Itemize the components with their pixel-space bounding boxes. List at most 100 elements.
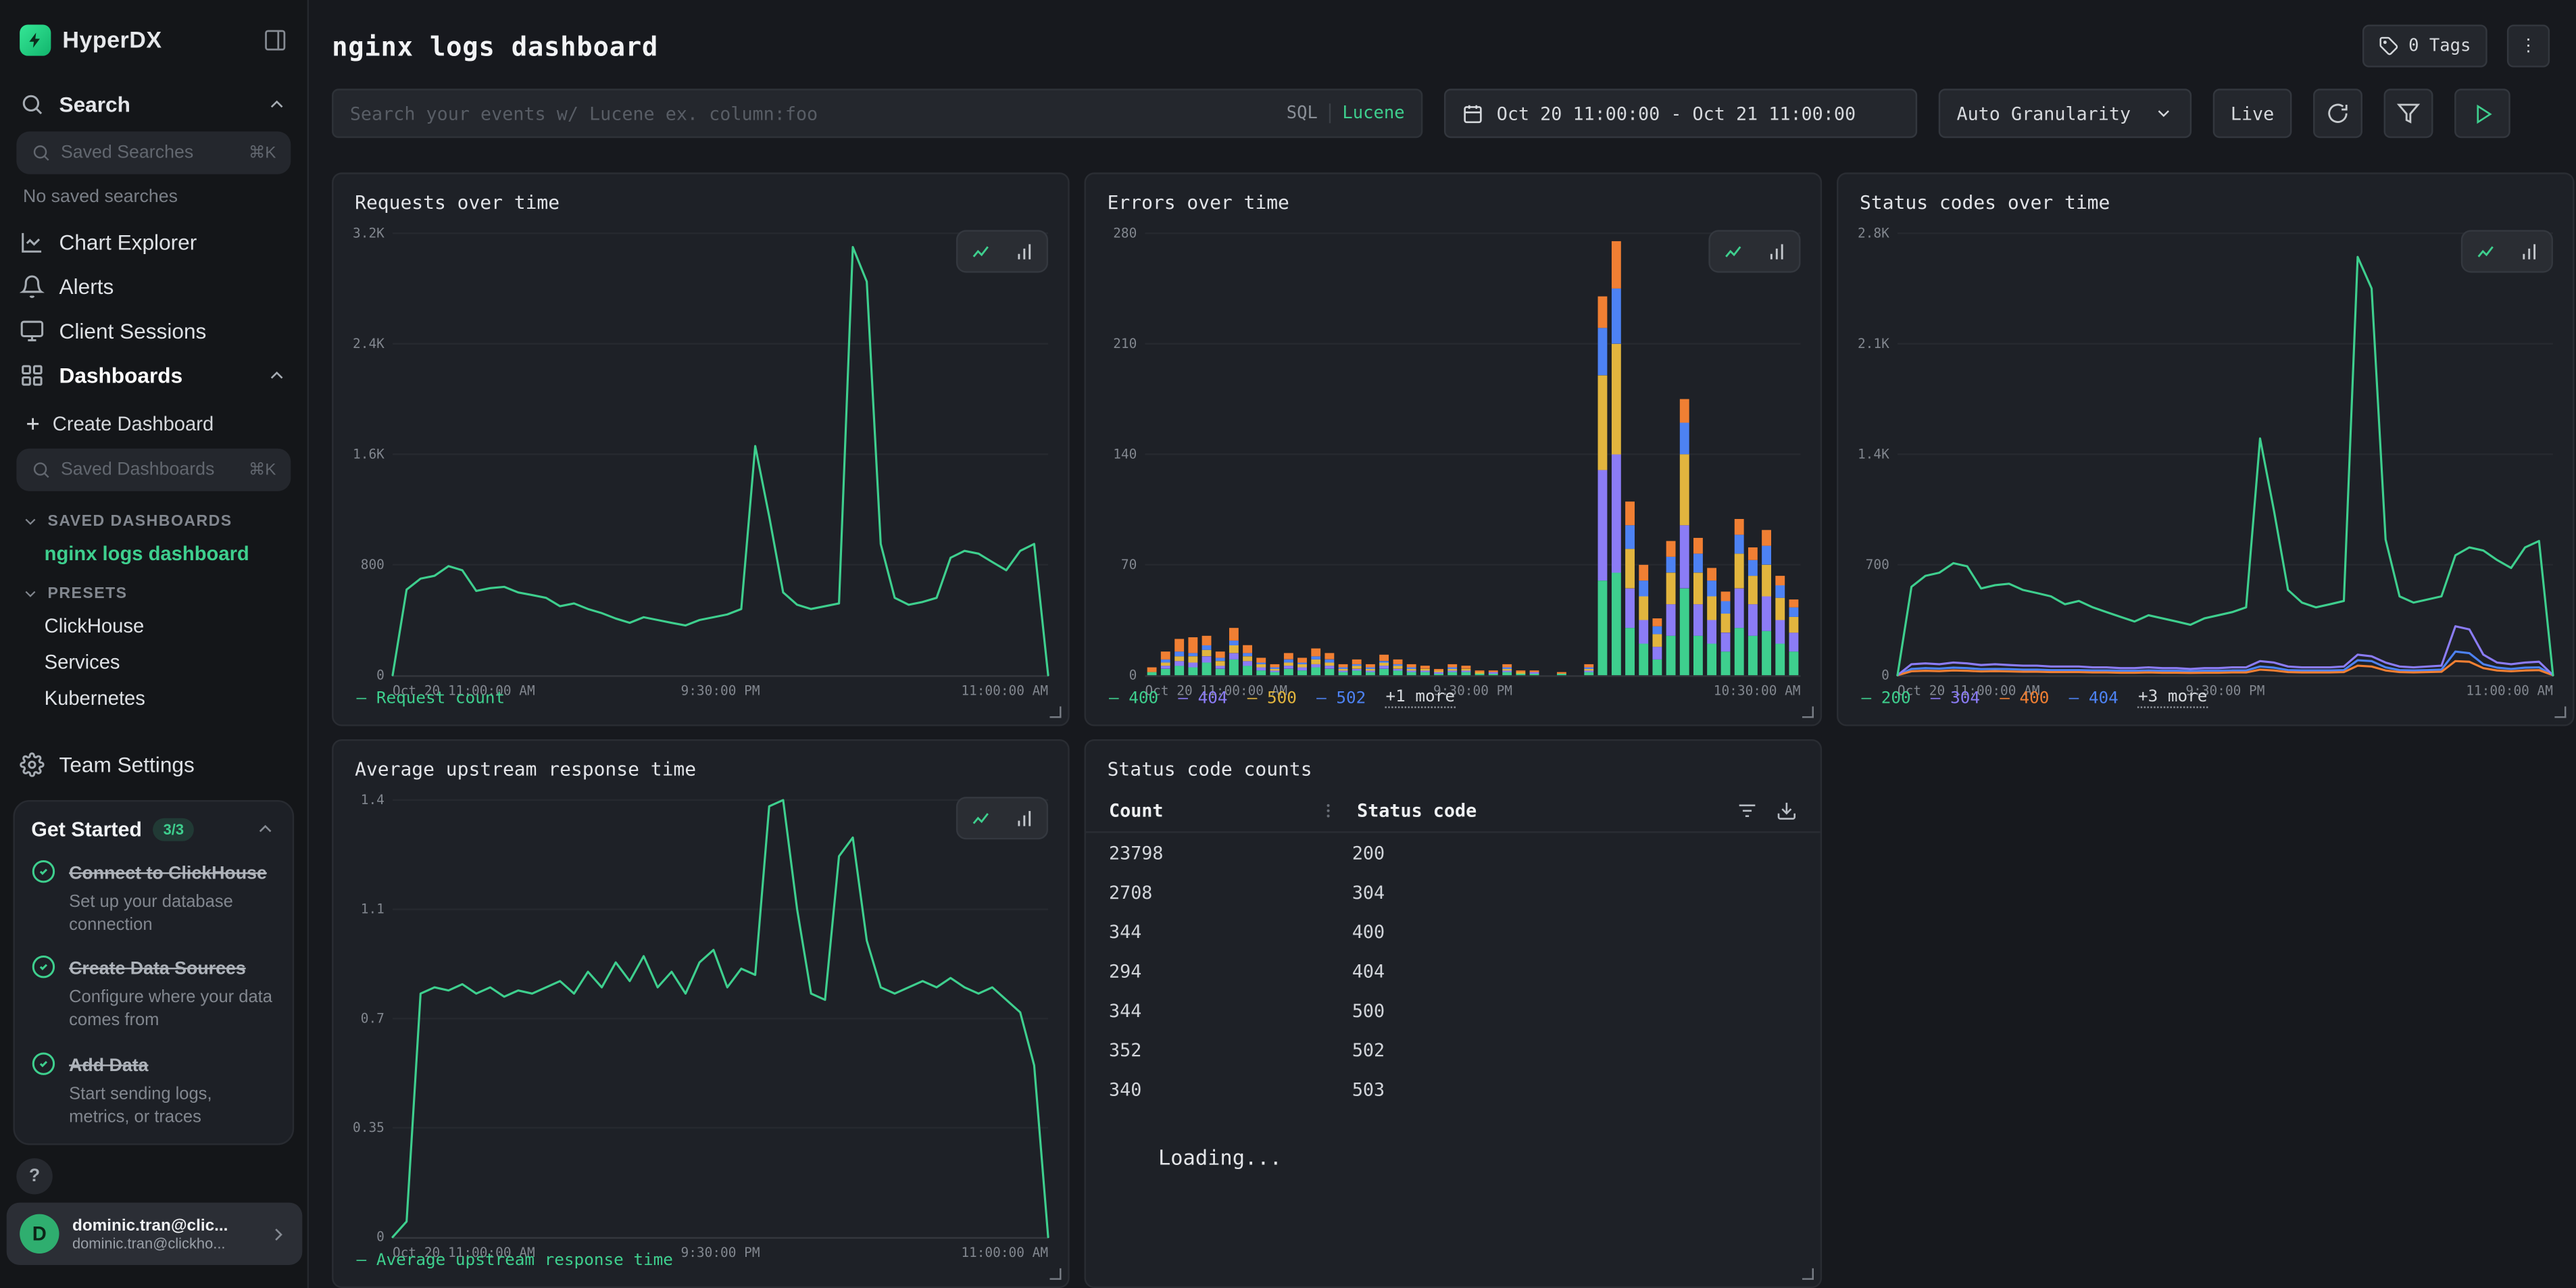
svg-text:2.8K: 2.8K (1858, 225, 1889, 241)
line-chart-toggle-button[interactable] (961, 801, 1000, 835)
saved-dashboards-field[interactable] (61, 460, 239, 480)
bar-chart-icon (1013, 241, 1035, 262)
user-menu[interactable]: D dominic.tran@clic... dominic.tran@clic… (7, 1203, 303, 1265)
status-code-cell: 304 (1352, 881, 1385, 903)
errors-over-time-chart[interactable]: 070140210280Oct 20 11:00:00 AM9:30:00 PM… (1093, 217, 1814, 682)
table-row[interactable]: 352502 (1086, 1030, 1820, 1069)
page-title: nginx logs dashboard (332, 30, 658, 61)
legend-more-link[interactable]: +3 more (2138, 689, 2207, 708)
chart-type-toggle (2461, 230, 2553, 272)
chevron-down-icon (22, 585, 40, 603)
table-row[interactable]: 2708304 (1086, 872, 1820, 912)
magnifier-icon (31, 460, 51, 480)
date-range-picker[interactable]: Oct 20 11:00:00 - Oct 21 11:00:00 (1444, 89, 1917, 138)
event-search-box[interactable]: SQL Lucene (332, 89, 1422, 138)
get-started-step[interactable]: Connect to ClickHouse Set up your databa… (31, 858, 276, 937)
sidebar-section-search[interactable]: Search (0, 79, 307, 127)
chart-title: Requests over time (355, 191, 560, 214)
no-saved-searches-text: No saved searches (0, 182, 307, 220)
legend-item[interactable]: — 500 (1247, 689, 1297, 708)
resize-handle[interactable] (1049, 1268, 1061, 1280)
saved-searches-field[interactable] (61, 143, 239, 163)
tags-button[interactable]: 0 Tags (2362, 24, 2487, 67)
bar-chart-toggle-button[interactable] (1004, 235, 1043, 268)
resize-handle[interactable] (1802, 706, 1814, 718)
resize-handle[interactable] (2554, 706, 2566, 718)
create-dashboard-button[interactable]: Create Dashboard (0, 397, 307, 443)
legend-item[interactable]: — 304 (1931, 689, 1980, 708)
sql-mode-button[interactable]: SQL (1287, 103, 1318, 123)
line-chart-toggle-button[interactable] (961, 235, 1000, 268)
legend-item[interactable]: — 404 (2069, 689, 2119, 708)
event-search-input[interactable] (350, 103, 1274, 124)
table-row[interactable]: 340503 (1086, 1070, 1820, 1109)
get-started-step[interactable]: Create Data Sources Configure where your… (31, 953, 276, 1033)
sidebar-item-team-settings[interactable]: Team Settings (0, 743, 307, 787)
column-header-count[interactable]: Count (1109, 800, 1319, 822)
chevron-up-icon[interactable] (255, 819, 276, 841)
hyperdx-logo-icon (20, 24, 51, 55)
help-button[interactable]: ? (16, 1158, 52, 1194)
sidebar-item-alerts[interactable]: Alerts (0, 264, 307, 309)
saved-dashboards-section-header[interactable]: SAVED DASHBOARDS (0, 499, 307, 535)
saved-searches-input[interactable]: ⌘K (16, 131, 291, 174)
sidebar-item-services[interactable]: Services (0, 644, 307, 680)
get-started-step[interactable]: Add Data Start sending logs, metrics, or… (31, 1049, 276, 1129)
sidebar-item-client-sessions[interactable]: Client Sessions (0, 309, 307, 353)
lucene-mode-button[interactable]: Lucene (1342, 103, 1404, 123)
line-chart-toggle-button[interactable] (2466, 235, 2505, 268)
legend-item[interactable]: — Request count (357, 690, 505, 708)
svg-text:800: 800 (361, 557, 385, 572)
sidebar-item-clickhouse[interactable]: ClickHouse (0, 608, 307, 644)
presets-section-header[interactable]: PRESETS (0, 572, 307, 608)
legend-more-link[interactable]: +1 more (1385, 689, 1454, 708)
bar-chart-icon (2518, 241, 2540, 262)
filter-columns-button[interactable] (1737, 800, 1758, 822)
filter-button[interactable] (2384, 89, 2433, 138)
download-icon (1776, 800, 1798, 822)
sidebar-item-chart-explorer[interactable]: Chart Explorer (0, 220, 307, 265)
collapse-sidebar-button[interactable] (263, 27, 287, 51)
line-chart-toggle-button[interactable] (1714, 235, 1753, 268)
bar-chart-toggle-button[interactable] (2508, 235, 2548, 268)
live-button[interactable]: Live (2213, 89, 2292, 138)
count-cell: 340 (1109, 1079, 1352, 1100)
legend-item[interactable]: — 400 (2000, 689, 2049, 708)
monitor-icon (20, 319, 44, 343)
legend-item[interactable]: — 200 (1861, 689, 1910, 708)
legend-item[interactable]: — 404 (1178, 689, 1227, 708)
legend-item[interactable]: — 502 (1316, 689, 1366, 708)
column-header-status-code[interactable]: Status code (1357, 800, 1477, 822)
status-code-table: 2379820027083043444002944043445003525023… (1086, 833, 1820, 1109)
requests-over-time-chart[interactable]: 08001.6K2.4K3.2KOct 20 11:00:00 AM9:30:0… (340, 217, 1061, 683)
card-requests-over-time: Requests over time 08001.6K2.4K3.2KOct 2… (332, 172, 1070, 726)
sidebar-item-dashboards[interactable]: Dashboards (0, 353, 307, 398)
legend-item[interactable]: — Average upstream response time (357, 1252, 673, 1270)
sidebar-item-nginx-logs-dashboard[interactable]: nginx logs dashboard (0, 536, 307, 572)
sidebar-item-kubernetes[interactable]: Kubernetes (0, 680, 307, 716)
table-row[interactable]: 294404 (1086, 951, 1820, 991)
bar-chart-toggle-button[interactable] (1004, 801, 1043, 835)
resize-handle[interactable] (1049, 706, 1061, 718)
column-resize-handle-icon[interactable] (1319, 801, 1337, 820)
app-name: HyperDX (62, 26, 251, 53)
bar-chart-toggle-button[interactable] (1756, 235, 1795, 268)
run-query-button[interactable] (2454, 89, 2510, 138)
status-codes-over-time-chart[interactable]: 07001.4K2.1K2.8KOct 20 11:00:00 AM9:30:0… (1845, 217, 2566, 682)
resize-handle[interactable] (1802, 1268, 1814, 1280)
table-row[interactable]: 23798200 (1086, 833, 1820, 872)
more-menu-button[interactable]: ⋮ (2507, 24, 2550, 67)
table-row[interactable]: 344400 (1086, 912, 1820, 951)
legend-item[interactable]: — 400 (1109, 689, 1158, 708)
saved-dashboards-input[interactable]: ⌘K (16, 449, 291, 491)
refresh-button[interactable] (2313, 89, 2362, 138)
granularity-select[interactable]: Auto Granularity (1939, 89, 2191, 138)
table-row[interactable]: 344500 (1086, 991, 1820, 1030)
svg-text:70: 70 (1121, 557, 1137, 572)
tag-icon (2379, 36, 2398, 55)
status-code-cell: 200 (1352, 842, 1385, 864)
average-upstream-response-time-chart[interactable]: 00.350.71.11.4Oct 20 11:00:00 AM9:30:00 … (340, 784, 1061, 1245)
svg-text:1.1: 1.1 (361, 901, 385, 917)
download-button[interactable] (1776, 800, 1798, 822)
count-cell: 23798 (1109, 842, 1352, 864)
